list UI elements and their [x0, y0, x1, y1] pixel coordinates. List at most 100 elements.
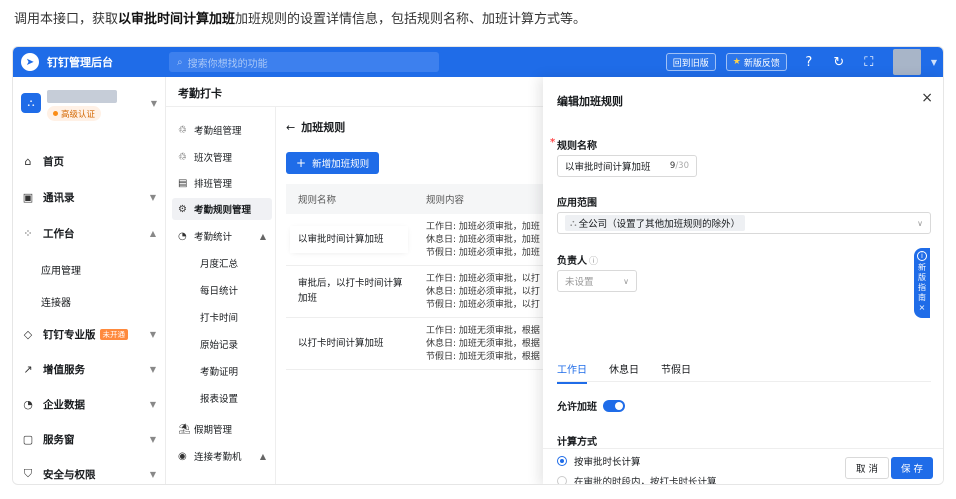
rule-content: 工作日: 加班必须审批，以打 休息日: 加班必须审批，以打 节假日: 加班必须审批，… [426, 274, 540, 310]
subnav-attendance-group[interactable]: ♲ 考勤组管理 [172, 119, 272, 141]
admin-console: ➤ 钉钉管理后台 ⌕ 搜索你想找的功能 回到旧版 ★ 新版反馈 ? ↻ ⛶ ▼ ⛬… [12, 46, 944, 485]
rule-name-input[interactable]: 以审批时间计算加班 9/30 [557, 155, 697, 177]
rule-name-label: * 规则名称 [550, 137, 597, 152]
scope-chip: ⛬ 全公司（设置了其他加班规则的除外） [565, 215, 746, 231]
subnav-label: 班次管理 [194, 153, 233, 164]
scope-value: 全公司（设置了其他加班规则的除外） [578, 219, 741, 230]
owner-placeholder: 未设置 [565, 277, 594, 288]
subnav-label: 考勤统计 [194, 232, 233, 243]
sidebar-item-enterprise-data[interactable]: ◔ 企业数据 ▼ [13, 392, 166, 416]
org-icon: ⛬ [570, 217, 577, 229]
feedback-button[interactable]: ★ 新版反馈 [725, 53, 787, 71]
subnav-statistics[interactable]: ◔ 考勤统计 ▲ [172, 225, 272, 247]
chevron-down-icon: ▼ [149, 434, 156, 444]
sidebar-item-label: 增值服务 [43, 363, 85, 376]
chevron-down-icon: ▼ [149, 329, 156, 339]
subnav-shift[interactable]: ♲ 班次管理 [172, 146, 272, 168]
subnav-punch-time[interactable]: 打卡时间 [172, 306, 272, 328]
sidebar-item-label: 工作台 [43, 227, 75, 240]
sidebar-item-label: 服务窗 [43, 433, 75, 446]
brand-name: 钉钉管理后台 [47, 56, 113, 69]
cancel-button[interactable]: 取 消 [844, 457, 889, 479]
window-icon: ▢ [22, 432, 34, 446]
sidebar-item-connector[interactable]: 连接器 [41, 294, 71, 309]
topbar-actions: 回到旧版 ★ 新版反馈 ? ↻ ⛶ ▼ [665, 47, 937, 77]
subnav-label: 假期管理 [194, 425, 233, 436]
chevron-down-icon[interactable]: ▼ [931, 58, 937, 67]
drawer-footer: 取 消 保 存 [543, 448, 943, 484]
owner-select[interactable]: 未设置 ∨ [557, 270, 637, 292]
dingtalk-logo-icon: ➤ [21, 53, 39, 71]
save-button[interactable]: 保 存 [890, 457, 933, 479]
subnav-label: 原始记录 [200, 340, 239, 351]
diamond-icon: ◇ [23, 327, 33, 341]
trend-icon: ↗ [23, 362, 33, 376]
back-old-button[interactable]: 回到旧版 [665, 53, 716, 71]
org-logo-icon: ⛬ [21, 93, 41, 113]
edit-rule-drawer: 编辑加班规则 × * 规则名称 以审批时间计算加班 9/30 应用范围 ⛬ 全公司（设… [543, 77, 943, 484]
workbench-icon: ⁘ [23, 226, 33, 240]
info-icon[interactable]: ⓘ [589, 257, 598, 267]
subnav-proof[interactable]: 考勤证明 [172, 360, 272, 382]
search-placeholder: 搜索你想找的功能 [187, 58, 268, 70]
subnav-rules[interactable]: ⚙ 考勤规则管理 [172, 198, 272, 220]
close-icon[interactable]: × [914, 303, 930, 313]
search-input[interactable]: ⌕ 搜索你想找的功能 [169, 52, 439, 72]
sidebar-item-service-window[interactable]: ▢ 服务窗 ▼ [13, 427, 166, 451]
page-title[interactable]: ← 加班规则 [286, 119, 345, 135]
chevron-down-icon: ▼ [149, 399, 156, 409]
subnav-label: 报表设置 [200, 394, 239, 405]
rule-name: 以审批时间计算加班 [294, 230, 404, 249]
sidebar-item-contacts[interactable]: ▣ 通讯录 ▼ [13, 185, 166, 209]
intro-before: 调用本接口，获取 [14, 12, 119, 27]
sidebar-item-label: 通讯录 [43, 191, 75, 204]
sidebar-item-pro[interactable]: ◇ 钉钉专业版 未开通 ▼ [13, 322, 166, 346]
sidebar-item-value-added[interactable]: ↗ 增值服务 ▼ [13, 357, 166, 381]
arrow-left-icon[interactable]: ← [286, 121, 295, 134]
sidebar-item-workbench[interactable]: ⁘ 工作台 ▲ [13, 221, 166, 245]
sidebar-item-label: 钉钉专业版 [43, 328, 96, 341]
rule-name: 以打卡时间计算加班 [298, 338, 384, 349]
fullscreen-icon[interactable]: ⛶ [861, 55, 877, 70]
subnav-raw-records[interactable]: 原始记录 [172, 333, 272, 355]
subnav-report-settings[interactable]: 报表设置 [172, 387, 272, 409]
allow-overtime-label: 允许加班 [557, 402, 597, 413]
feedback-label: 新版反馈 [743, 58, 780, 69]
subnav-schedule[interactable]: ▤ 排班管理 [172, 172, 272, 194]
sidebar-item-home[interactable]: ⌂ 首页 [13, 149, 166, 173]
new-guide-tab[interactable]: i 新版指南 × [914, 248, 930, 318]
chevron-up-icon: ▲ [259, 231, 266, 241]
plus-icon: + [296, 156, 307, 170]
sidebar-item-label: 安全与权限 [43, 468, 96, 481]
subnav-leave[interactable]: ⛱ 假期管理 [172, 418, 272, 440]
rule-content: 工作日: 加班必须审批，加班 休息日: 加班必须审批，加班 节假日: 加班必须审批，… [426, 222, 540, 258]
sidebar-item-app-management[interactable]: 应用管理 [41, 262, 81, 277]
close-icon[interactable]: × [921, 90, 933, 106]
brand[interactable]: ➤ 钉钉管理后台 [13, 47, 169, 77]
avatar[interactable] [892, 49, 921, 75]
chevron-down-icon: ∨ [623, 276, 629, 286]
subnav-label: 考勤证明 [200, 367, 239, 378]
subnav-device[interactable]: ◉ 连接考勤机 ▲ [172, 445, 272, 467]
subnav-monthly[interactable]: 月度汇总 [172, 252, 272, 274]
char-counter: 9/30 [669, 161, 689, 171]
sidebar-item-security[interactable]: ⛉ 安全与权限 ▼ [13, 462, 166, 484]
allow-overtime-toggle[interactable] [603, 399, 625, 412]
group-icon: ♲ [178, 124, 187, 136]
rule-name-value: 以审批时间计算加班 [565, 162, 651, 173]
subnav-daily[interactable]: 每日统计 [172, 279, 272, 301]
org-switcher[interactable]: ⛬ 高级认证 ▼ [21, 89, 157, 123]
scope-select[interactable]: ⛬ 全公司（设置了其他加班规则的除外） ∨ [557, 212, 931, 234]
chevron-down-icon: ∨ [917, 218, 923, 228]
intro-after: 加班规则的设置详情信息，包括规则名称、加班计算方式等。 [235, 12, 587, 27]
sidebar-item-label: 首页 [43, 155, 64, 168]
refresh-icon[interactable]: ↻ [831, 55, 847, 70]
shield-icon: ⛉ [23, 467, 33, 480]
intro-text: 调用本接口，获取以审批时间计算加班加班规则的设置详情信息，包括规则名称、加班计算… [14, 8, 586, 27]
add-rule-button[interactable]: + 新增加班规则 [286, 152, 380, 174]
drawer-title: 编辑加班规则 [557, 95, 623, 108]
intro-bold: 以审批时间计算加班 [118, 12, 236, 27]
help-icon[interactable]: ? [801, 55, 817, 70]
contacts-icon: ▣ [22, 190, 34, 204]
guide-label: 新版指南 [918, 263, 926, 302]
